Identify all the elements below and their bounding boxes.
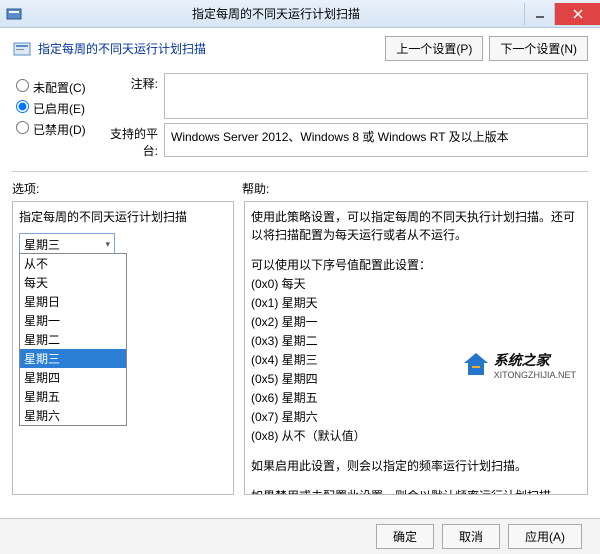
cancel-button[interactable]: 取消 [442,524,500,549]
radio-unconfigured[interactable]: 未配置(C) [16,79,94,96]
platform-text: Windows Server 2012、Windows 8 或 Windows … [164,123,588,157]
option-title: 指定每周的不同天运行计划扫描 [19,208,227,225]
dropdown-item[interactable]: 从不 [20,254,126,273]
help-code-line: (0x7) 星期六 [251,408,581,426]
help-code-line: (0x0) 每天 [251,275,581,293]
dropdown-item[interactable]: 星期二 [20,330,126,349]
header-text: 指定每周的不同天运行计划扫描 [38,40,385,57]
next-setting-button[interactable]: 下一个设置(N) [489,36,588,61]
dropdown-item[interactable]: 星期日 [20,292,126,311]
app-icon [6,6,22,22]
footer: 确定 取消 应用(A) [0,518,600,554]
ok-button[interactable]: 确定 [376,524,434,549]
help-codes: (0x0) 每天(0x1) 星期天(0x2) 星期一(0x3) 星期二(0x4)… [251,275,581,445]
dropdown-item[interactable]: 每天 [20,273,126,292]
help-label: 帮助: [242,180,588,197]
chevron-down-icon: ▾ [105,239,110,250]
state-radio-group: 未配置(C) 已启用(E) 已禁用(D) [16,79,94,138]
help-panel: 使用此策略设置，可以指定每周的不同天执行计划扫描。还可以将扫描配置为每天运行或者… [244,201,588,495]
help-code-line: (0x8) 从不（默认值） [251,427,581,445]
radio-disabled[interactable]: 已禁用(D) [16,121,94,138]
dropdown-item[interactable]: 星期六 [20,406,126,425]
day-dropdown: 从不每天星期日星期一星期二星期三星期四星期五星期六 [19,253,127,426]
help-code-line: (0x2) 星期一 [251,313,581,331]
titlebar: 指定每周的不同天运行计划扫描 [0,0,600,28]
day-select-value: 星期三 [24,236,60,253]
help-codes-intro: 可以使用以下序号值配置此设置： [251,256,581,274]
separator [12,171,588,172]
help-disabled-text: 如果禁用或未配置此设置，则会以默认频率运行计划扫描。 [251,487,581,495]
help-intro: 使用此策略设置，可以指定每周的不同天执行计划扫描。还可以将扫描配置为每天运行或者… [251,208,581,244]
dropdown-item[interactable]: 星期一 [20,311,126,330]
prev-setting-button[interactable]: 上一个设置(P) [385,36,483,61]
dropdown-item[interactable]: 星期五 [20,387,126,406]
close-button[interactable] [554,3,600,25]
help-code-line: (0x4) 星期三 [251,351,581,369]
dropdown-item[interactable]: 星期三 [20,349,126,368]
help-code-line: (0x5) 星期四 [251,370,581,388]
options-panel: 指定每周的不同天运行计划扫描 星期三 ▾ 从不每天星期日星期一星期二星期三星期四… [12,201,234,495]
apply-button[interactable]: 应用(A) [508,524,582,549]
comment-label: 注释: [98,73,164,119]
dropdown-item[interactable]: 星期四 [20,368,126,387]
help-code-line: (0x6) 星期五 [251,389,581,407]
platform-label: 支持的平台: [98,123,164,159]
options-label: 选项: [12,180,242,197]
help-code-line: (0x3) 星期二 [251,332,581,350]
help-enabled-text: 如果启用此设置，则会以指定的频率运行计划扫描。 [251,457,581,475]
policy-icon [12,39,32,59]
comment-textarea[interactable] [164,73,588,119]
window-title: 指定每周的不同天运行计划扫描 [28,5,524,22]
help-code-line: (0x1) 星期天 [251,294,581,312]
radio-enabled[interactable]: 已启用(E) [16,100,94,117]
minimize-button[interactable] [524,3,554,25]
